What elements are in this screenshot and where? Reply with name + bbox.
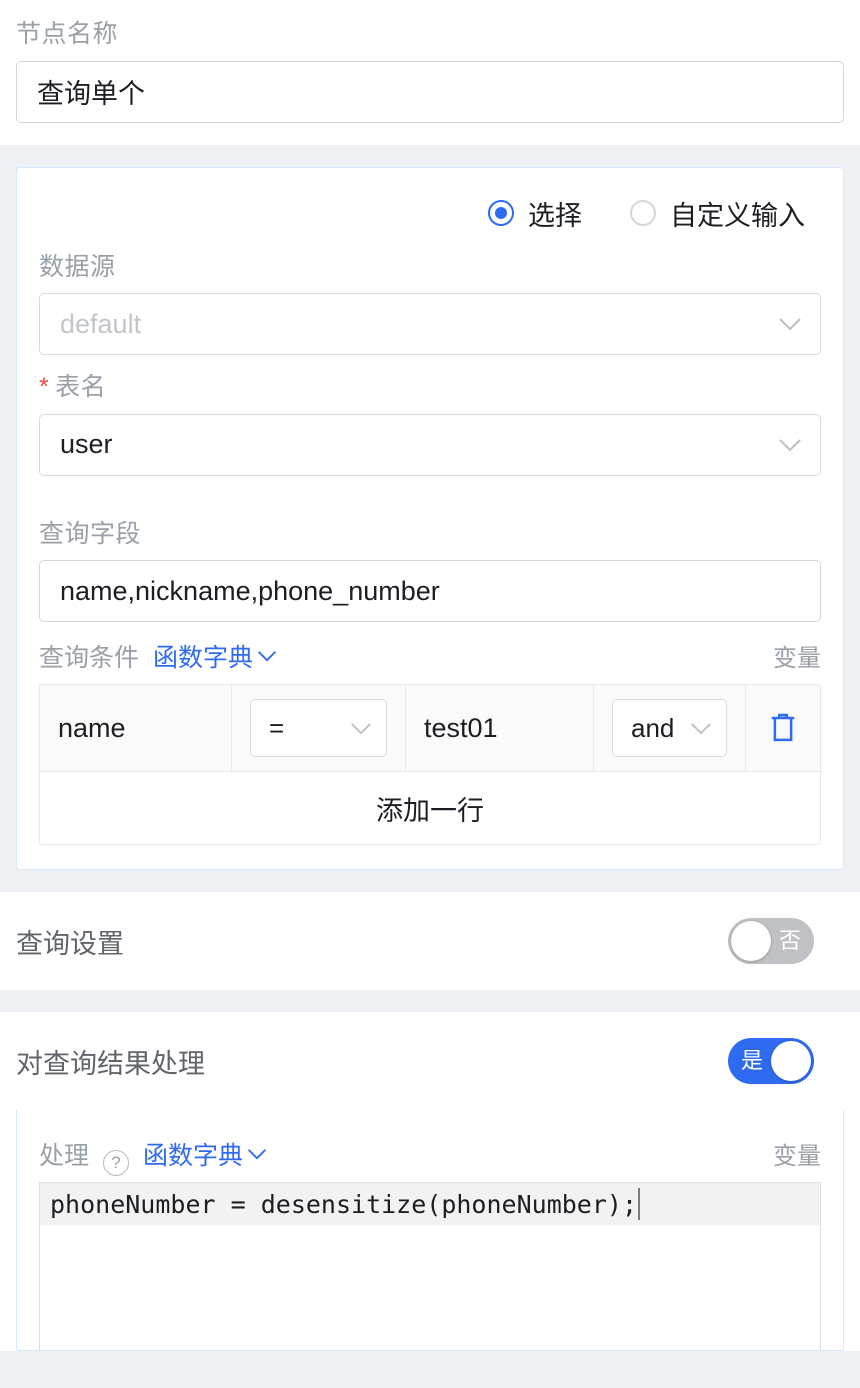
add-condition-row-button[interactable]: 添加一行 bbox=[40, 772, 820, 844]
trash-icon[interactable] bbox=[768, 711, 798, 745]
condition-join-select[interactable]: and bbox=[612, 699, 727, 757]
query-settings-section: 查询设置 否 bbox=[0, 892, 860, 990]
settings-page: 节点名称 查询单个 选择 自定义输入 数据源 default * 表名 user… bbox=[0, 0, 860, 1388]
query-fields-input[interactable]: name,nickname,phone_number bbox=[39, 560, 821, 622]
chevron-down-icon bbox=[350, 722, 372, 735]
node-name-panel: 节点名称 查询单个 bbox=[0, 0, 860, 145]
source-mode-radio-group: 选择 自定义输入 bbox=[39, 186, 821, 251]
chevron-down-icon bbox=[690, 722, 712, 735]
table-name-field: 表名 user bbox=[39, 371, 821, 476]
result-processing-title: 对查询结果处理 bbox=[16, 1048, 205, 1079]
chevron-down-icon bbox=[247, 1143, 267, 1166]
result-processing-toggle[interactable]: 是 bbox=[728, 1038, 814, 1084]
query-fields-value: name,nickname,phone_number bbox=[60, 575, 440, 606]
result-processing-section: 对查询结果处理 是 bbox=[0, 1012, 860, 1110]
condition-field-cell[interactable]: name bbox=[40, 685, 232, 771]
query-fields-field: 查询字段 name,nickname,phone_number bbox=[39, 518, 821, 622]
result-processing-toggle-text: 是 bbox=[741, 1048, 764, 1073]
text-cursor bbox=[638, 1188, 640, 1220]
node-name-value: 查询单个 bbox=[37, 79, 145, 109]
query-conditions-label: 查询条件 bbox=[39, 644, 140, 672]
condition-operator-value: = bbox=[269, 712, 285, 743]
radio-option-select[interactable]: 选择 bbox=[488, 194, 582, 233]
radio-option-custom-label: 自定义输入 bbox=[670, 200, 805, 231]
function-dictionary-link[interactable]: 函数字典 bbox=[153, 638, 277, 674]
condition-value-text: test01 bbox=[424, 712, 498, 743]
condition-join-value: and bbox=[631, 712, 675, 743]
table-name-select[interactable]: user bbox=[39, 413, 821, 476]
query-settings-title: 查询设置 bbox=[16, 928, 124, 959]
query-settings-toggle-text: 否 bbox=[778, 928, 801, 953]
section-divider bbox=[0, 870, 860, 892]
process-code-editor[interactable]: phoneNumber = desensitize(phoneNumber); bbox=[39, 1182, 821, 1350]
result-processing-body: 处理 ? 函数字典 变量 phoneNumber = desensitize(p… bbox=[0, 1110, 860, 1351]
condition-delete-cell bbox=[746, 685, 820, 771]
query-conditions-header: 查询条件 函数字典 变量 bbox=[39, 638, 821, 674]
toggle-knob bbox=[771, 1041, 811, 1081]
radio-unselected-icon bbox=[630, 200, 656, 226]
function-dictionary-link-label: 函数字典 bbox=[143, 1142, 244, 1170]
node-name-label: 节点名称 bbox=[16, 20, 119, 48]
radio-option-custom[interactable]: 自定义输入 bbox=[630, 194, 805, 233]
table-name-label: 表名 bbox=[39, 371, 821, 404]
variable-label[interactable]: 变量 bbox=[773, 638, 821, 673]
function-dictionary-link-label: 函数字典 bbox=[153, 644, 254, 672]
code-active-line: phoneNumber = desensitize(phoneNumber); bbox=[40, 1183, 820, 1225]
add-condition-row-label: 添加一行 bbox=[376, 795, 484, 826]
datasource-select[interactable]: default bbox=[39, 293, 821, 355]
query-fields-label: 查询字段 bbox=[39, 519, 142, 548]
function-dictionary-link[interactable]: 函数字典 bbox=[143, 1136, 267, 1172]
toggle-knob bbox=[731, 921, 771, 961]
section-divider bbox=[0, 144, 860, 167]
condition-operator-cell: = bbox=[232, 685, 406, 771]
chevron-down-icon bbox=[778, 317, 802, 331]
condition-field-value: name bbox=[58, 712, 126, 743]
radio-selected-icon bbox=[488, 200, 514, 226]
condition-operator-select[interactable]: = bbox=[250, 699, 387, 757]
query-conditions-table: name = test01 and 添加一行 bbox=[39, 684, 821, 845]
chevron-down-icon bbox=[257, 645, 277, 668]
process-code-text: phoneNumber = desensitize(phoneNumber); bbox=[50, 1189, 637, 1219]
table-name-value: user bbox=[60, 429, 113, 459]
condition-join-cell: and bbox=[594, 685, 746, 771]
section-divider bbox=[0, 990, 860, 1012]
question-mark-icon[interactable]: ? bbox=[103, 1150, 130, 1176]
node-name-input[interactable]: 查询单个 bbox=[16, 60, 844, 123]
query-config-card: 选择 自定义输入 数据源 default 表名 user bbox=[16, 166, 844, 870]
variable-label[interactable]: 变量 bbox=[773, 1136, 821, 1171]
condition-value-cell[interactable]: test01 bbox=[406, 685, 594, 771]
process-header: 处理 ? 函数字典 变量 bbox=[39, 1136, 821, 1176]
datasource-value: default bbox=[60, 308, 142, 339]
table-row: name = test01 and bbox=[40, 685, 820, 772]
radio-option-select-label: 选择 bbox=[528, 200, 582, 231]
process-label: 处理 bbox=[39, 1142, 90, 1170]
result-processing-card: 处理 ? 函数字典 变量 phoneNumber = desensitize(p… bbox=[16, 1110, 844, 1351]
datasource-field: 数据源 default bbox=[39, 251, 821, 355]
query-settings-toggle[interactable]: 否 bbox=[728, 918, 814, 964]
datasource-label: 数据源 bbox=[39, 252, 116, 281]
chevron-down-icon bbox=[778, 438, 802, 452]
